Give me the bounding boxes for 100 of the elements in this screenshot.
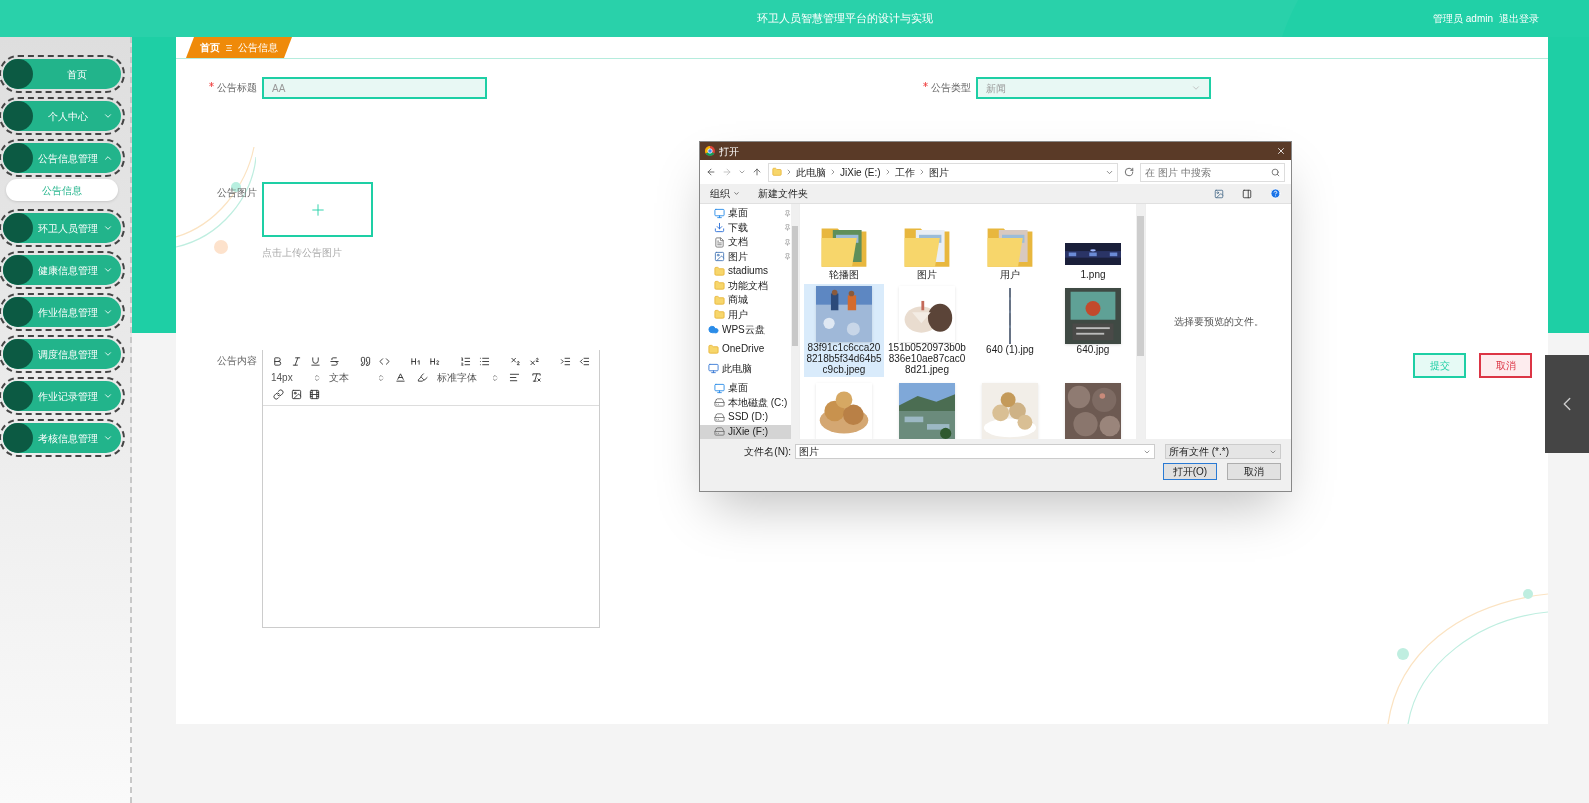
view-icon[interactable]: [1214, 188, 1224, 199]
path-segment[interactable]: 此电脑: [796, 164, 826, 180]
editor-select[interactable]: 14px: [271, 370, 321, 385]
separator-icon: [226, 44, 232, 51]
path-segment[interactable]: 工作: [894, 164, 915, 180]
toolbar-button[interactable]: 新建文件夹: [758, 186, 808, 201]
folder-icon: [772, 167, 782, 177]
path-separator-icon: [829, 168, 837, 176]
drive-icon: [714, 426, 725, 438]
updown-arrows-icon: [491, 373, 499, 382]
nav-item[interactable]: 此电脑: [700, 361, 791, 376]
chevron-up-icon: [103, 153, 113, 163]
close-icon[interactable]: [1276, 146, 1286, 156]
browser-logo-icon: [705, 146, 715, 156]
editor-select[interactable]: 标准字体: [437, 370, 499, 385]
up-icon[interactable]: [752, 167, 762, 177]
chevron-down-icon: [103, 111, 113, 121]
file-type-select[interactable]: 所有文件 (*.*): [1165, 444, 1281, 459]
dialog-button[interactable]: 取消: [1227, 463, 1281, 480]
file-name: 1.png: [1080, 269, 1106, 280]
upload-hint: 点击上传公告图片: [262, 246, 343, 260]
nav-item[interactable]: SSD (D:): [700, 410, 791, 425]
ordered-list-icon[interactable]: [458, 354, 472, 368]
scrollbar[interactable]: [1136, 204, 1145, 439]
file-tile[interactable]: 151b0520973b0b836e10ae87cac08d21.jpeg: [887, 284, 967, 377]
file-tile[interactable]: 1.png: [1053, 210, 1133, 282]
video-icon[interactable]: [307, 387, 321, 401]
quote-icon[interactable]: [359, 354, 373, 368]
file-name: 图片: [917, 269, 937, 280]
desktop-icon: [714, 207, 725, 219]
nav-item[interactable]: stadiums: [700, 264, 791, 279]
field-label: 公告内容: [217, 354, 257, 368]
folder-icon: [714, 294, 725, 306]
folder-icon: [714, 280, 725, 292]
search-field[interactable]: 在 图片 中搜索: [1140, 162, 1285, 182]
nav-item[interactable]: 文档: [700, 235, 791, 250]
chevron-down-icon: [1191, 83, 1201, 93]
image-icon[interactable]: [289, 387, 303, 401]
nav-item[interactable]: JiXie (F:): [700, 424, 791, 439]
search-icon: [1271, 167, 1280, 177]
toolbar-button[interactable]: 组织: [710, 186, 740, 201]
text-color-icon[interactable]: [393, 370, 407, 385]
chevron-down-icon: [103, 307, 113, 317]
folder-icon: [714, 265, 725, 277]
refresh-icon[interactable]: [1124, 167, 1134, 177]
updown-arrows-icon: [313, 373, 321, 382]
cloud-icon: [708, 324, 719, 336]
file-tile[interactable]: 轮播图: [804, 210, 884, 282]
nav-item[interactable]: 图片: [700, 249, 791, 264]
user-name: 管理员 admin: [1433, 12, 1493, 26]
underline-icon[interactable]: [309, 354, 323, 368]
nav-item[interactable]: 功能文档: [700, 278, 791, 293]
rich-text-editor[interactable]: 14px 文本 标准字体: [262, 350, 600, 628]
file-tile[interactable]: 图片: [887, 210, 967, 282]
app-title: 环卫人员智慧管理平台的设计与实现: [755, 11, 934, 27]
nav-item[interactable]: 商城: [700, 293, 791, 308]
chevron-down-icon: [103, 349, 113, 359]
link-icon[interactable]: [271, 387, 285, 401]
drive-icon: [714, 411, 725, 423]
filename-field[interactable]: 图片: [795, 444, 1155, 459]
preview-pane-icon[interactable]: [1242, 188, 1252, 199]
highlight-icon[interactable]: [415, 370, 429, 385]
updown-arrows-icon: [377, 373, 385, 382]
file-name: 用户: [1000, 269, 1020, 280]
field-label: 公告标题: [217, 81, 257, 95]
file-name: 640.jpg: [1076, 344, 1110, 355]
nav-item[interactable]: 本地磁盘 (C:): [700, 395, 791, 410]
chevron-down-icon: [103, 433, 113, 443]
clear-format-icon[interactable]: [529, 370, 543, 385]
cancel-button[interactable]: 取消: [1479, 353, 1532, 378]
chevron-down-icon: [103, 223, 113, 233]
nav-item[interactable]: 桌面: [700, 206, 791, 221]
nav-item[interactable]: WPS云盘: [700, 322, 791, 337]
back-icon[interactable]: [706, 167, 716, 177]
help-icon[interactable]: [1270, 188, 1281, 199]
chevron-down-icon: [103, 265, 113, 275]
document-icon: [714, 236, 725, 248]
dialog-button[interactable]: 打开(O): [1163, 463, 1217, 480]
nav-item[interactable]: 桌面: [700, 381, 791, 396]
file-name: 轮播图: [829, 269, 859, 280]
path-segment[interactable]: JiXie (E:): [840, 164, 881, 180]
nav-item[interactable]: OneDrive: [700, 342, 791, 357]
filename-label: 文件名(N):: [744, 445, 791, 459]
nav-item[interactable]: 用户: [700, 307, 791, 322]
file-tile[interactable]: 640 (1).jpg: [970, 284, 1050, 377]
path-segment[interactable]: 图片: [928, 164, 949, 180]
file-tile[interactable]: 用户: [970, 210, 1050, 282]
breadcrumb-current: 公告信息: [238, 41, 278, 55]
file-name: 83f91c1c6cca208218b5f34d64b5c9cb.jpeg: [805, 342, 883, 375]
drive-icon: [714, 397, 725, 409]
computer-icon: [708, 363, 719, 375]
editor-select[interactable]: 文本: [329, 370, 385, 385]
file-name: 640 (1).jpg: [986, 344, 1034, 355]
nav-item[interactable]: 下载: [700, 220, 791, 235]
scrollbar[interactable]: [791, 204, 799, 439]
address-bar[interactable]: 此电脑 JiXie (E:) 工作 图片: [768, 162, 1118, 182]
strikethrough-icon[interactable]: [328, 354, 342, 368]
file-tile[interactable]: 83f91c1c6cca208218b5f34d64b5c9cb.jpeg: [804, 284, 884, 377]
file-tile[interactable]: 640.jpg: [1053, 284, 1133, 377]
dialog-title: 打开: [719, 144, 740, 159]
